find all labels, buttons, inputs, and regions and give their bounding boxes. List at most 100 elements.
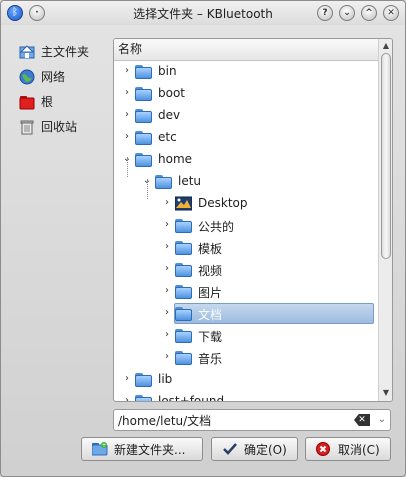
tree-row[interactable]: › 下载 <box>114 325 378 347</box>
tree-row[interactable]: › 音乐 <box>114 347 378 369</box>
collapsed-arrow-icon[interactable]: › <box>162 241 172 253</box>
folder-icon <box>155 174 172 189</box>
tree-row[interactable]: › dev <box>114 105 378 127</box>
close-button[interactable]: ✕ <box>383 5 399 21</box>
folder-icon <box>175 240 192 255</box>
trash-icon <box>19 119 35 135</box>
globe-icon <box>19 69 35 85</box>
path-input[interactable] <box>118 412 350 428</box>
collapsed-arrow-icon[interactable]: › <box>122 395 132 401</box>
scroll-up-arrow-icon[interactable]: ▲ <box>380 40 392 52</box>
tree-row[interactable]: ⌄ home <box>114 149 378 171</box>
title-bar[interactable]: ᛒ · 选择文件夹 – KBluetooth ? ⌄ ^ ✕ <box>1 1 405 25</box>
tree-row-label: 公共的 <box>198 220 235 234</box>
tree-rows: › bin › boot › dev › etc ⌄ home ⌄ letu › Desktop › 公共的 ›… <box>114 61 378 402</box>
tree-row-label: 视频 <box>198 264 223 278</box>
column-header-name[interactable]: 名称 <box>114 39 378 61</box>
collapsed-arrow-icon[interactable]: › <box>162 351 172 363</box>
collapsed-arrow-icon[interactable]: › <box>122 131 132 143</box>
tree-row-label: lib <box>158 372 173 386</box>
vertical-scrollbar[interactable]: ▲ ▼ <box>378 39 392 401</box>
folder-icon <box>175 262 192 277</box>
new-folder-label: 新建文件夹... <box>114 442 186 457</box>
tree-row-label: 音乐 <box>198 352 223 366</box>
tree-row-label: bin <box>158 64 177 78</box>
tree-row[interactable]: ⌄ letu <box>114 171 378 193</box>
place-label: 根 <box>41 95 54 109</box>
collapsed-arrow-icon[interactable]: › <box>162 285 172 297</box>
place-home[interactable]: 主文件夹 <box>11 39 107 64</box>
svg-text:+: + <box>101 442 106 449</box>
collapsed-arrow-icon[interactable]: › <box>162 329 172 341</box>
tree-row[interactable]: › 模板 <box>114 237 378 259</box>
tree-row-label: Desktop <box>198 196 248 210</box>
tree-row-label: 模板 <box>198 242 223 256</box>
cancel-button[interactable]: 取消(C) <box>305 437 391 461</box>
tree-row-label: home <box>158 152 193 166</box>
place-network[interactable]: 网络 <box>11 64 107 89</box>
help-button[interactable]: ? <box>317 5 333 21</box>
new-folder-icon: + <box>91 442 108 456</box>
tree-row-label: 图片 <box>198 286 223 300</box>
tree-row[interactable]: › etc <box>114 127 378 149</box>
minimize-button[interactable]: ⌄ <box>339 5 355 21</box>
place-label: 主文件夹 <box>41 45 90 59</box>
home-icon <box>19 44 35 60</box>
tree-row[interactable]: › Desktop <box>114 193 378 215</box>
collapsed-arrow-icon[interactable]: › <box>162 219 172 231</box>
place-trash[interactable]: 回收站 <box>11 114 107 139</box>
place-label: 网络 <box>41 70 66 84</box>
tree-row[interactable]: › bin <box>114 61 378 83</box>
folder-icon <box>175 328 192 343</box>
tree-guide-line <box>147 179 148 199</box>
folder-chooser-window: ᛒ · 选择文件夹 – KBluetooth ? ⌄ ^ ✕ 主文件夹 网络 根 <box>0 0 406 477</box>
scrollbar-thumb[interactable] <box>381 53 391 259</box>
tree-row[interactable]: › lost+found <box>114 391 378 402</box>
folder-icon <box>135 108 152 123</box>
folder-icon <box>135 394 152 401</box>
chevron-down-icon[interactable]: ⌄ <box>375 413 389 427</box>
desktop-folder-icon <box>174 196 193 211</box>
places-sidebar: 主文件夹 网络 根 回收站 <box>11 39 107 139</box>
folder-icon <box>175 350 192 365</box>
collapsed-arrow-icon[interactable]: › <box>122 109 132 121</box>
folder-icon <box>175 306 192 321</box>
place-label: 回收站 <box>41 120 78 134</box>
path-combobox[interactable]: ✕ ⌄ <box>113 409 391 431</box>
new-folder-button[interactable]: + 新建文件夹... <box>81 437 203 461</box>
collapsed-arrow-icon[interactable]: › <box>122 65 132 77</box>
tree-row-label: dev <box>158 108 181 122</box>
tree-guide-line <box>127 157 128 177</box>
folder-tree[interactable]: 名称 › bin › boot › dev › etc ⌄ home ⌄ letu › Desktop › 公… <box>113 38 393 402</box>
tree-row[interactable]: › boot <box>114 83 378 105</box>
collapsed-arrow-icon[interactable]: › <box>162 307 172 319</box>
tree-row-label: lost+found <box>158 394 225 402</box>
collapsed-arrow-icon[interactable]: › <box>122 87 132 99</box>
clear-text-icon[interactable]: ✕ <box>354 414 370 426</box>
collapsed-arrow-icon[interactable]: › <box>162 263 172 275</box>
collapsed-arrow-icon[interactable]: › <box>162 197 172 209</box>
folder-icon <box>135 152 152 167</box>
tree-row-label: boot <box>158 86 186 100</box>
collapsed-arrow-icon[interactable]: › <box>122 373 132 385</box>
tree-row-label: letu <box>178 174 202 188</box>
tree-row[interactable]: › 视频 <box>114 259 378 281</box>
ok-label: 确定(O) <box>244 442 287 457</box>
cancel-icon <box>316 442 332 456</box>
tree-row[interactable]: › 文档 <box>114 303 378 325</box>
place-root[interactable]: 根 <box>11 89 107 114</box>
folder-icon <box>175 218 192 233</box>
scroll-down-arrow-icon[interactable]: ▼ <box>380 387 392 399</box>
tree-row[interactable]: › 图片 <box>114 281 378 303</box>
folder-icon <box>135 372 152 387</box>
tree-row[interactable]: › lib <box>114 369 378 391</box>
tree-row-label: 文档 <box>198 308 223 322</box>
red-folder-icon <box>19 94 35 110</box>
checkmark-icon <box>222 442 238 456</box>
folder-icon <box>135 64 152 79</box>
cancel-label: 取消(C) <box>338 442 380 457</box>
tree-row[interactable]: › 公共的 <box>114 215 378 237</box>
maximize-button[interactable]: ^ <box>361 5 377 21</box>
folder-icon <box>135 130 152 145</box>
ok-button[interactable]: 确定(O) <box>211 437 298 461</box>
